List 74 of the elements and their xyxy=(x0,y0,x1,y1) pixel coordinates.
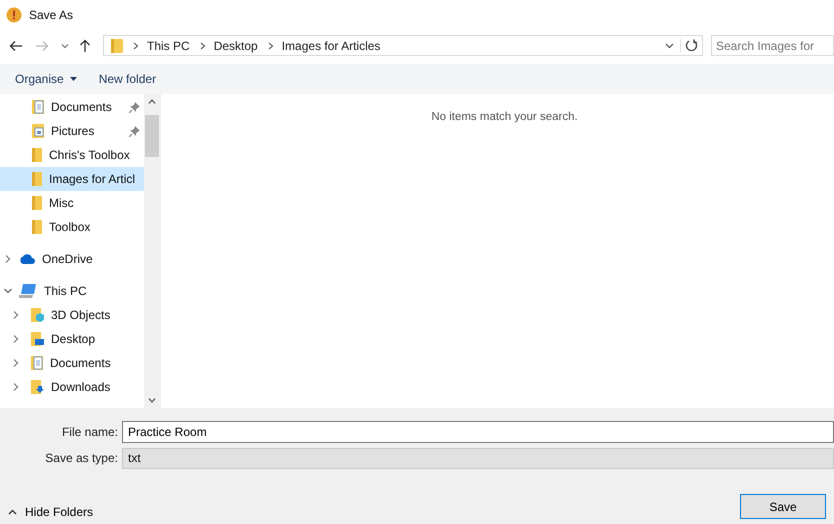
item-label: Desktop xyxy=(51,332,96,346)
scroll-thumb[interactable] xyxy=(145,115,159,157)
folder-icon xyxy=(111,38,123,52)
back-arrow-icon[interactable] xyxy=(9,40,23,52)
file-type-dropdown[interactable]: txt xyxy=(122,448,834,468)
pin-icon[interactable] xyxy=(129,126,140,136)
search-field[interactable]: Search Images for xyxy=(711,35,834,56)
sidebar-item[interactable]: Documents xyxy=(0,95,144,119)
cube-folder-icon xyxy=(31,308,44,322)
item-label: This PC xyxy=(44,284,87,298)
sidebar-item[interactable]: Desktop xyxy=(0,327,144,351)
field-label: File name: xyxy=(60,425,119,439)
address-bar[interactable]: This PC Desktop Images for Articles xyxy=(103,35,703,56)
expand-chevron-icon[interactable] xyxy=(4,287,12,295)
chevron-right-icon xyxy=(133,42,139,50)
file-name-field[interactable]: Practice Room xyxy=(122,421,834,443)
save-button[interactable]: Save xyxy=(740,494,826,519)
expand-chevron-icon[interactable] xyxy=(12,335,20,343)
folder-icon xyxy=(32,196,42,210)
item-label: Images for Articl xyxy=(49,172,136,186)
expand-chevron-icon[interactable] xyxy=(12,383,20,391)
expand-chevron-icon[interactable] xyxy=(4,255,12,263)
chevron-up-icon xyxy=(8,508,17,514)
scroll-up-icon[interactable] xyxy=(148,99,156,104)
item-label: OneDrive xyxy=(42,252,93,266)
new-folder-button[interactable]: New folder xyxy=(98,72,156,86)
caret-icon xyxy=(70,77,77,81)
cloud-icon xyxy=(19,254,35,264)
sidebar-item[interactable]: Images for Articl xyxy=(0,167,144,191)
documents-folder-icon xyxy=(32,100,44,114)
scrollbar[interactable] xyxy=(144,94,160,408)
sidebar-item[interactable]: Downloads xyxy=(0,375,144,399)
chevron-right-icon xyxy=(200,42,206,50)
sidebar-item[interactable]: 3D Objects xyxy=(0,303,144,327)
sidebar-item[interactable]: Toolbox xyxy=(0,215,144,239)
chevron-down-icon[interactable] xyxy=(61,42,69,48)
sidebar-item[interactable]: Pictures xyxy=(0,119,144,143)
item-label: Chris's Toolbox xyxy=(49,148,130,162)
expand-chevron-icon[interactable] xyxy=(12,311,20,319)
item-label: Pictures xyxy=(51,124,94,138)
sidebar-item[interactable]: Documents xyxy=(0,351,144,375)
item-label: Misc xyxy=(49,196,74,210)
documents-folder-icon xyxy=(31,356,43,370)
window-title: Save As xyxy=(29,8,74,22)
item-label: Downloads xyxy=(51,380,110,394)
breadcrumb[interactable]: Desktop xyxy=(214,38,258,52)
up-arrow-icon[interactable] xyxy=(79,38,91,52)
sidebar-item[interactable]: Misc xyxy=(0,191,144,215)
item-label: Documents xyxy=(51,100,112,114)
computer-icon xyxy=(19,284,37,298)
sidebar-item[interactable]: OneDrive xyxy=(0,247,144,271)
folder-icon xyxy=(32,148,42,162)
desktop-folder-icon xyxy=(31,332,44,346)
item-label: Documents xyxy=(50,356,111,370)
chevron-down-icon[interactable] xyxy=(665,42,674,48)
item-label: Toolbox xyxy=(49,220,90,234)
app-icon xyxy=(6,6,22,22)
download-folder-icon xyxy=(31,380,44,394)
pin-icon[interactable] xyxy=(129,102,140,112)
field-label: Save as type: xyxy=(44,451,119,465)
folder-icon xyxy=(32,220,42,234)
organise-menu-button[interactable]: Organise xyxy=(15,72,77,86)
breadcrumb[interactable]: This PC xyxy=(147,38,190,52)
folder-icon xyxy=(32,172,42,186)
scroll-down-icon[interactable] xyxy=(148,398,156,403)
sidebar-item[interactable]: Chris's Toolbox xyxy=(0,143,144,167)
expand-chevron-icon[interactable] xyxy=(12,359,20,367)
chevron-right-icon xyxy=(268,42,274,50)
empty-message: No items match your search. xyxy=(431,111,578,125)
pictures-folder-icon xyxy=(32,124,44,138)
item-label: 3D Objects xyxy=(51,308,110,322)
hide-folders-button[interactable]: Hide Folders xyxy=(8,504,94,518)
breadcrumb[interactable]: Images for Articles xyxy=(282,38,380,52)
sidebar-item[interactable]: This PC xyxy=(0,279,144,303)
